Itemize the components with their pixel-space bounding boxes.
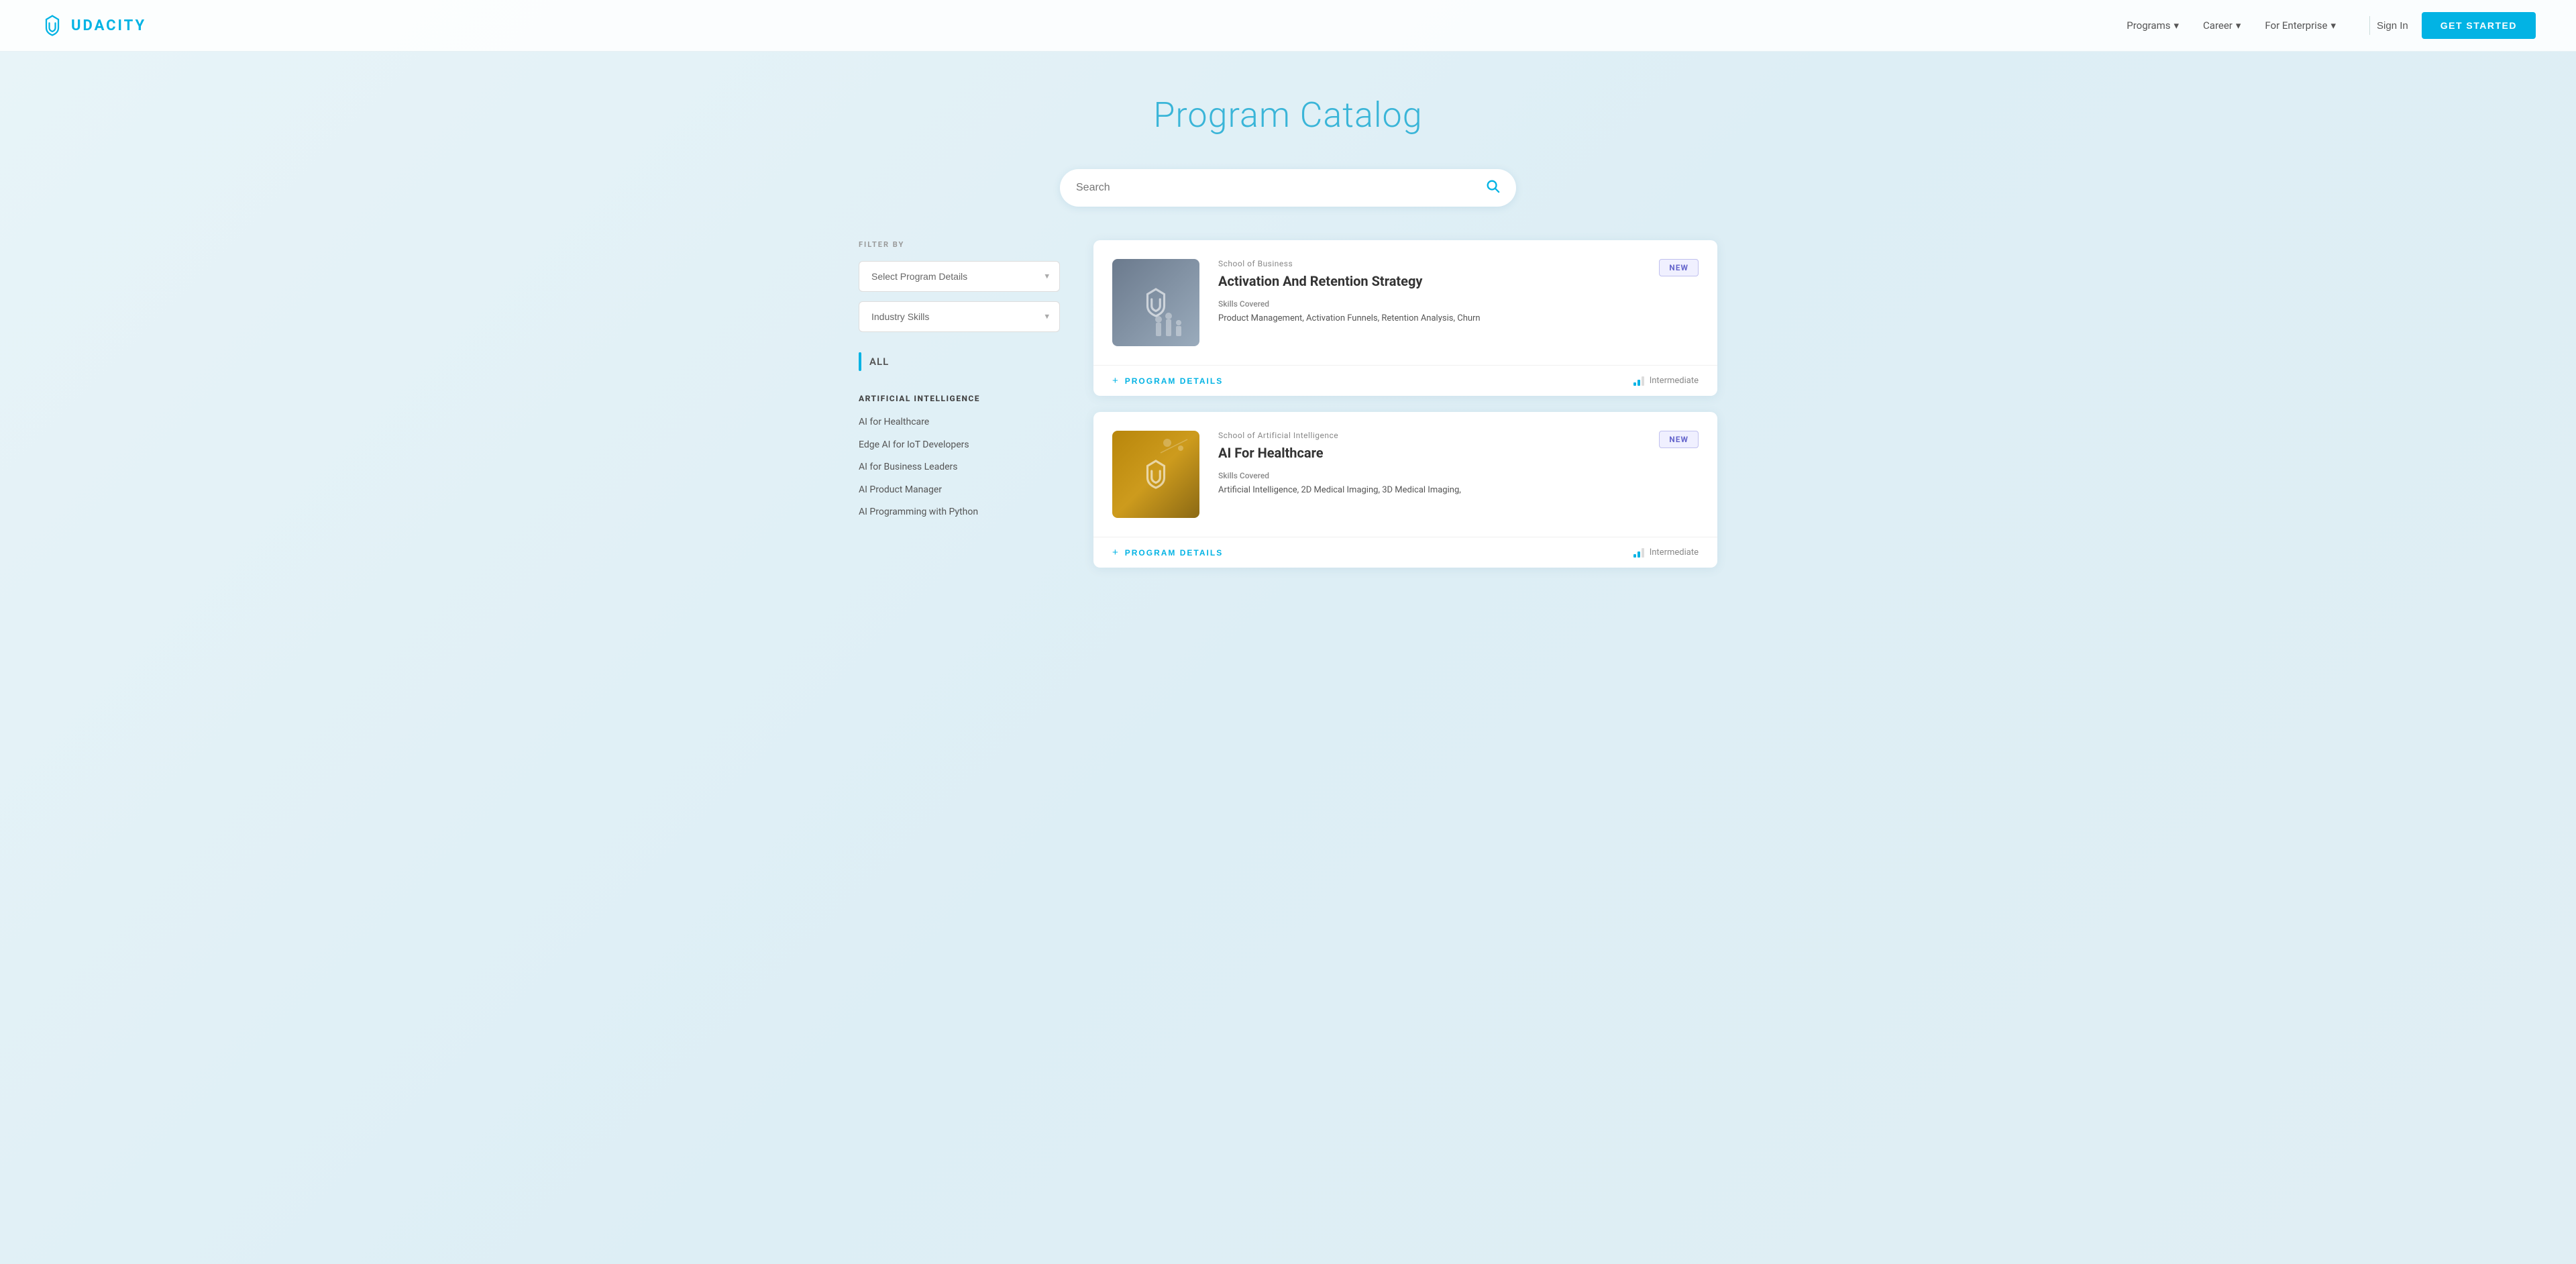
sidebar-item-ai-healthcare[interactable]: AI for Healthcare	[859, 411, 1060, 434]
search-input[interactable]	[1076, 182, 1485, 194]
level-bar-1	[1633, 382, 1636, 386]
get-started-button[interactable]: GET STARTED	[2422, 12, 2536, 39]
level-indicator-1: Intermediate	[1633, 376, 1699, 386]
card-footer-1: + PROGRAM DETAILS Intermediate	[1093, 365, 1717, 396]
udacity-thumbnail-logo-2	[1139, 458, 1173, 491]
skills-text-2: Artificial Intelligence, 2D Medical Imag…	[1218, 484, 1640, 498]
skills-label-2: Skills Covered	[1218, 471, 1640, 480]
navbar: UDACITY Programs ▾ Career ▾ For Enterpri…	[0, 0, 2576, 52]
nav-divider	[2369, 16, 2370, 35]
level-bar-2	[1638, 551, 1640, 558]
page-title: Program Catalog	[13, 95, 2563, 136]
sidebar-item-ai-business[interactable]: AI for Business Leaders	[859, 456, 1060, 479]
program-details-button-1[interactable]: + PROGRAM DETAILS	[1112, 375, 1223, 386]
new-badge-2: NEW	[1659, 431, 1699, 448]
industry-skills-filter-wrapper: Industry Skills ▾	[859, 301, 1060, 332]
level-text-1: Intermediate	[1650, 376, 1699, 386]
plus-icon: +	[1112, 547, 1120, 558]
thumbnail-scene-1	[1152, 309, 1193, 339]
ai-category-title: ARTIFICIAL INTELLIGENCE	[859, 394, 1060, 403]
card-inner-1: School of Business Activation And Retent…	[1093, 240, 1717, 365]
thumbnail-scene-2	[1157, 436, 1194, 460]
nav-career[interactable]: Career ▾	[2203, 19, 2241, 32]
udacity-logo-icon	[40, 13, 64, 38]
level-bar-2	[1638, 380, 1640, 386]
program-card-1: School of Business Activation And Retent…	[1093, 240, 1717, 396]
search-box	[1060, 169, 1516, 207]
sidebar: FILTER BY Select Program Details ▾ Indus…	[859, 240, 1060, 584]
level-bars-1	[1633, 376, 1644, 386]
all-filter-label: ALL	[869, 356, 889, 368]
card-thumbnail-1	[1112, 259, 1199, 346]
sidebar-item-edge-ai[interactable]: Edge AI for IoT Developers	[859, 434, 1060, 457]
industry-skills-filter[interactable]: Industry Skills	[859, 301, 1060, 332]
program-details-button-2[interactable]: + PROGRAM DETAILS	[1112, 547, 1223, 558]
level-bar-1	[1633, 554, 1636, 558]
nav-links: Programs ▾ Career ▾ For Enterprise ▾	[2127, 19, 2336, 32]
chevron-down-icon: ▾	[2331, 19, 2337, 32]
search-button[interactable]	[1485, 178, 1500, 197]
card-title-2: AI For Healthcare	[1218, 444, 1640, 462]
card-school-2: School of Artificial Intelligence	[1218, 431, 1640, 440]
all-filter[interactable]: ALL	[859, 346, 1060, 378]
card-body-2: School of Artificial Intelligence AI For…	[1218, 431, 1640, 498]
search-icon	[1485, 178, 1500, 193]
sidebar-item-ai-product[interactable]: AI Product Manager	[859, 479, 1060, 502]
level-bar-3	[1642, 548, 1644, 558]
card-title-1: Activation And Retention Strategy	[1218, 272, 1640, 290]
nav-enterprise[interactable]: For Enterprise ▾	[2265, 19, 2336, 32]
level-bar-3	[1642, 376, 1644, 386]
sign-in-button[interactable]: Sign In	[2377, 20, 2408, 32]
sidebar-item-ai-python[interactable]: AI Programming with Python	[859, 501, 1060, 524]
skills-label-1: Skills Covered	[1218, 299, 1640, 309]
search-container	[0, 162, 2576, 240]
level-text-2: Intermediate	[1650, 547, 1699, 558]
chevron-down-icon: ▾	[2174, 19, 2179, 32]
skills-text-1: Product Management, Activation Funnels, …	[1218, 312, 1640, 326]
card-footer-2: + PROGRAM DETAILS Intermediate	[1093, 537, 1717, 568]
chevron-down-icon: ▾	[2236, 19, 2241, 32]
nav-programs[interactable]: Programs ▾	[2127, 19, 2179, 32]
cards-area: School of Business Activation And Retent…	[1093, 240, 1717, 584]
main-content: FILTER BY Select Program Details ▾ Indus…	[818, 240, 1758, 624]
program-details-filter[interactable]: Select Program Details	[859, 261, 1060, 292]
logo-text: UDACITY	[71, 17, 146, 34]
card-school-1: School of Business	[1218, 259, 1640, 268]
card-thumbnail-2	[1112, 431, 1199, 518]
program-details-filter-wrapper: Select Program Details ▾	[859, 261, 1060, 292]
plus-icon: +	[1112, 375, 1120, 386]
ai-category-section: ARTIFICIAL INTELLIGENCE AI for Healthcar…	[859, 394, 1060, 524]
card-inner-2: School of Artificial Intelligence AI For…	[1093, 412, 1717, 537]
program-card-2: School of Artificial Intelligence AI For…	[1093, 412, 1717, 568]
all-filter-indicator	[859, 352, 861, 371]
logo-link[interactable]: UDACITY	[40, 13, 146, 38]
hero-section: Program Catalog	[0, 52, 2576, 162]
card-body-1: School of Business Activation And Retent…	[1218, 259, 1640, 326]
level-bars-2	[1633, 548, 1644, 558]
filter-by-label: FILTER BY	[859, 240, 1060, 249]
new-badge-1: NEW	[1659, 259, 1699, 276]
level-indicator-2: Intermediate	[1633, 547, 1699, 558]
